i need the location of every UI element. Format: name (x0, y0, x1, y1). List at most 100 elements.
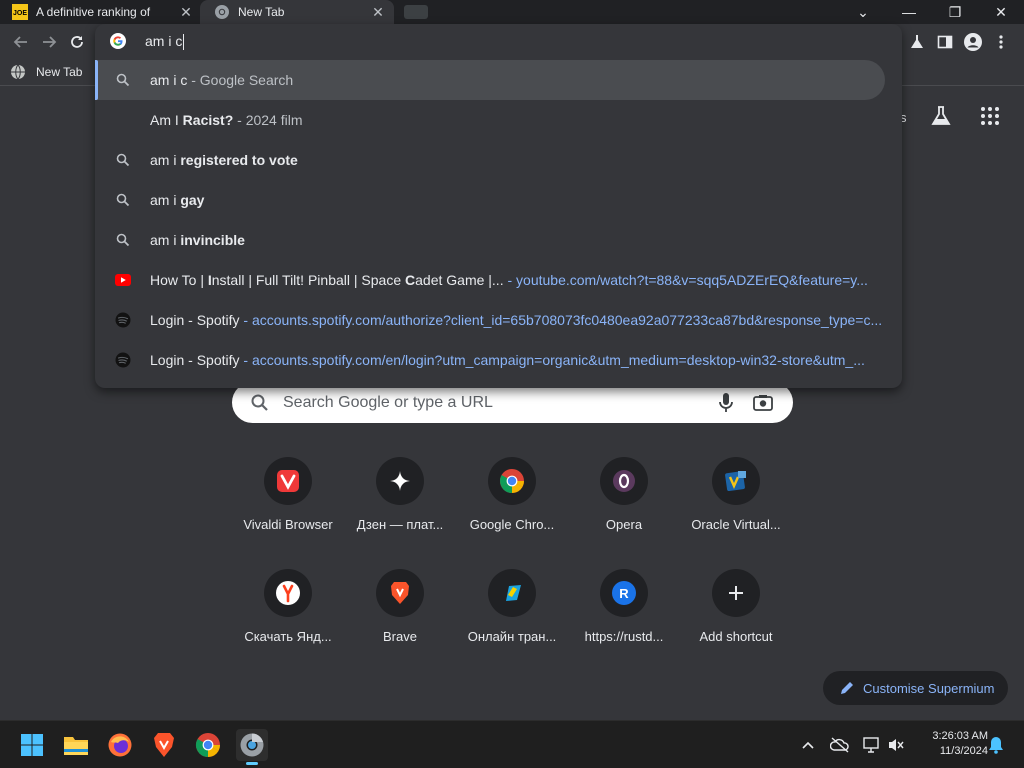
omnibox-input-text[interactable]: am i c (145, 33, 185, 51)
close-icon[interactable]: ✕ (178, 4, 194, 20)
bookmark-label: New Tab (36, 65, 83, 79)
address-bar[interactable]: am i c (95, 24, 902, 58)
suggestion-description: - 2024 film (233, 112, 303, 128)
chrome-icon (488, 457, 536, 505)
omnibox-suggestion[interactable]: am i c - Google Search (95, 60, 885, 100)
text-caret (183, 34, 185, 51)
suggestion-url: - accounts.spotify.com/en/login?utm_camp… (243, 352, 865, 368)
search-icon (251, 394, 268, 411)
file-explorer-icon[interactable] (60, 729, 92, 761)
suggestion-text: am i invincible (150, 232, 245, 248)
suggestion-text: Login - Spotify - accounts.spotify.com/e… (150, 352, 865, 368)
notification-bell-icon[interactable] (986, 735, 1006, 755)
omnibox-suggestion[interactable]: Login - Spotify - accounts.spotify.com/e… (95, 340, 885, 380)
omnibox-suggestion[interactable]: am i gay (95, 180, 885, 220)
brave-icon (376, 569, 424, 617)
omnibox-suggestion[interactable]: How To | Install | Full Tilt! Pinball | … (95, 260, 885, 300)
chevron-up-icon[interactable] (798, 735, 818, 755)
shortcut-tile[interactable]: Дзен — плат... (344, 457, 456, 569)
youtube-icon (115, 272, 131, 288)
suggestion-text: Login - Spotify - accounts.spotify.com/a… (150, 312, 882, 328)
search-icon (115, 72, 131, 88)
suggestion-text-part: C (405, 272, 416, 288)
onedrive-offline-icon[interactable] (830, 735, 850, 755)
customise-button[interactable]: Customise Supermium (823, 671, 1008, 705)
restore-button[interactable]: ❐ (932, 0, 978, 24)
volume-muted-icon[interactable] (886, 735, 906, 755)
bookmark-new-tab[interactable]: New Tab (10, 62, 82, 82)
ntp-search-box[interactable]: Search Google or type a URL (232, 382, 793, 423)
omnibox-suggestion[interactable]: am i invincible (95, 220, 885, 260)
suggestion-text: am i gay (150, 192, 204, 208)
online-icon (488, 569, 536, 617)
profile-icon[interactable] (962, 31, 984, 53)
network-icon[interactable] (862, 735, 882, 755)
spotify-icon (115, 312, 131, 328)
shortcut-tile[interactable]: R https://rustd... (568, 569, 680, 681)
menu-kebab-icon[interactable] (990, 31, 1012, 53)
labs-icon[interactable] (906, 31, 928, 53)
search-icon (115, 192, 131, 208)
tab-new-tab[interactable]: New Tab ✕ (200, 0, 394, 24)
omnibox-query: am i c (145, 33, 183, 49)
shortcut-label: Скачать Янд... (244, 629, 332, 644)
shortcut-tile[interactable]: Brave (344, 569, 456, 681)
forward-arrow-icon[interactable] (38, 31, 60, 53)
google-apps-icon[interactable] (980, 106, 1000, 126)
side-panel-icon[interactable] (934, 31, 956, 53)
omnibox-suggestion[interactable]: am i registered to vote (95, 140, 885, 180)
back-arrow-icon[interactable] (10, 31, 32, 53)
chrome-icon[interactable] (192, 729, 224, 761)
new-tab-button[interactable] (404, 5, 428, 19)
shortcut-label: Oracle Virtual... (691, 517, 781, 532)
svg-text:JOE: JOE (13, 10, 27, 17)
omnibox-suggestion[interactable]: Login - Spotify - accounts.spotify.com/a… (95, 300, 885, 340)
shortcut-tile[interactable]: Google Chro... (456, 457, 568, 569)
tab-joe[interactable]: JOE A definitive ranking of ✕ (12, 0, 202, 24)
firefox-icon[interactable] (104, 729, 136, 761)
virtualbox-icon (712, 457, 760, 505)
system-clock[interactable]: 3:26:03 AM 11/3/2024 (912, 729, 988, 759)
shortcut-label: Дзен — плат... (356, 517, 444, 532)
shortcut-label: Add shortcut (699, 629, 773, 644)
labs-beaker-icon[interactable] (930, 105, 952, 127)
tab-title: New Tab (238, 5, 285, 19)
shortcut-label: Brave (383, 629, 417, 644)
microphone-icon[interactable] (718, 392, 734, 414)
window-close-button[interactable]: ✕ (978, 0, 1024, 24)
shortcut-tile[interactable]: Oracle Virtual... (680, 457, 792, 569)
suggestion-text-part: adet Game |... (415, 272, 504, 288)
suggestion-text-part: am i (150, 192, 181, 208)
add-shortcut-tile[interactable]: Add shortcut (680, 569, 792, 681)
joe-icon: JOE (12, 4, 28, 20)
minimize-button[interactable]: — (886, 0, 932, 24)
brave-icon[interactable] (148, 729, 180, 761)
spotify-icon (115, 352, 131, 368)
suggestion-text-part: Racist? (182, 112, 234, 128)
shortcut-label: Google Chro... (469, 517, 555, 532)
suggestion-text: Am I Racist? - 2024 film (150, 112, 303, 128)
shortcut-tile[interactable]: Vivaldi Browser (232, 457, 344, 569)
close-icon[interactable]: ✕ (370, 4, 386, 20)
suggestion-text-part: Login - Spotify (150, 352, 240, 368)
shortcut-label: https://rustd... (584, 629, 664, 644)
omnibox-suggestion[interactable]: Am I Racist? - 2024 film (95, 100, 885, 140)
google-g-icon (110, 33, 126, 49)
plus-icon (712, 569, 760, 617)
camera-icon[interactable] (752, 393, 774, 413)
suggestion-text: am i c - Google Search (150, 72, 293, 88)
dzen-icon (376, 457, 424, 505)
reload-icon[interactable] (66, 31, 88, 53)
tab-search-icon[interactable]: ⌄ (840, 0, 886, 24)
supermium-icon[interactable] (236, 729, 268, 765)
shortcut-tile[interactable]: Скачать Янд... (232, 569, 344, 681)
shortcut-tile[interactable]: Онлайн тран... (456, 569, 568, 681)
taskbar: 3:26:03 AM 11/3/2024 (0, 720, 1024, 768)
windows-start-icon[interactable] (16, 729, 48, 761)
suggestion-text-part: How To | (150, 272, 208, 288)
suggestion-text-part: invincible (180, 232, 245, 248)
search-icon (115, 152, 131, 168)
shortcut-tile[interactable]: Opera (568, 457, 680, 569)
globe-icon (11, 64, 25, 80)
suggestion-description: - Google Search (187, 72, 294, 88)
